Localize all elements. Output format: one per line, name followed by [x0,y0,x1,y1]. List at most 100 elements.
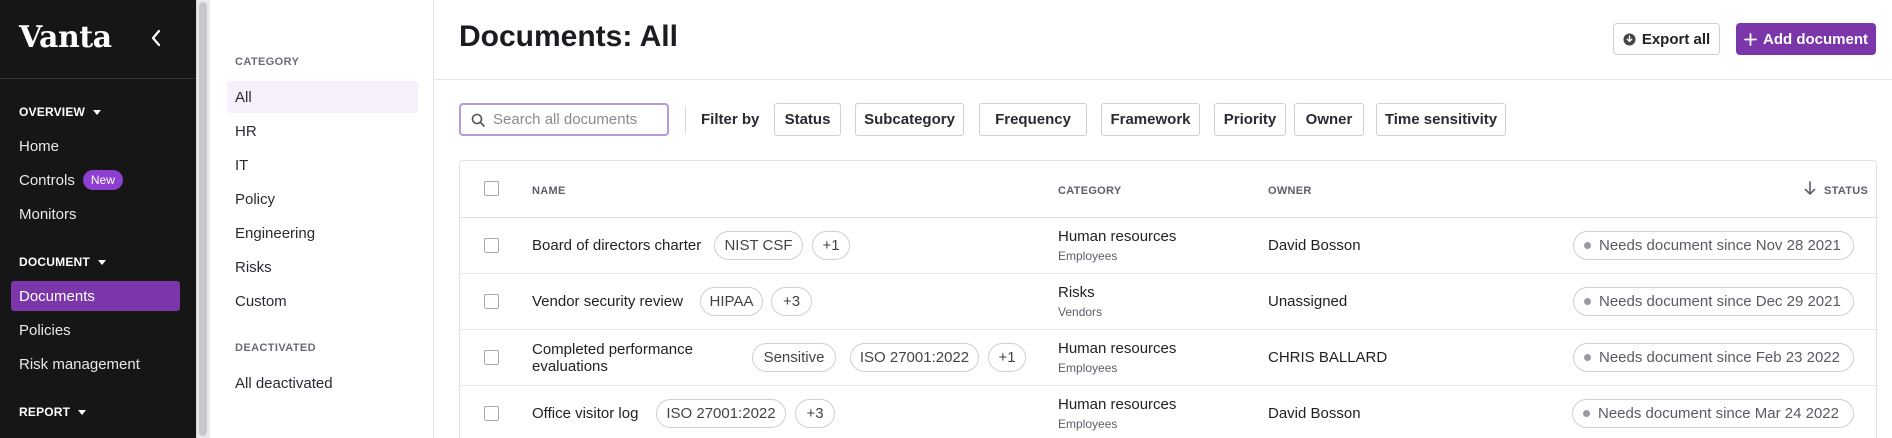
collapse-sidebar-icon[interactable] [149,26,163,50]
column-header-status[interactable]: STATUS [1824,185,1868,197]
category-item-it[interactable]: IT [227,149,418,181]
caret-down-icon [93,109,102,115]
nav-section-document[interactable]: DOCUMENT [19,255,106,269]
owner-name[interactable]: David Bosson [1268,405,1361,422]
vanta-logo[interactable]: Vanta [19,20,112,55]
filter-frequency-button[interactable]: Frequency [979,103,1087,136]
filter-framework-button[interactable]: Framework [1101,103,1200,136]
status-text: Needs document since Nov 28 2021 [1599,237,1841,254]
document-name[interactable]: Completed performance [532,341,693,358]
framework-tag[interactable]: HIPAA [700,287,763,316]
nav-section-overview[interactable]: OVERVIEW [19,105,102,119]
column-header-owner[interactable]: OWNER [1268,185,1312,197]
search-input[interactable] [493,111,663,128]
framework-tag[interactable]: ISO 27001:2022 [656,399,786,428]
nav-item-label: Risk management [19,355,140,373]
sensitive-tag[interactable]: Sensitive [752,343,836,372]
more-tags-badge[interactable]: +3 [795,399,835,428]
document-name[interactable]: Board of directors charter [532,237,701,254]
owner-name[interactable]: David Bosson [1268,237,1361,254]
framework-tag[interactable]: ISO 27001:2022 [850,343,979,372]
table-row[interactable]: Completed performance evaluations Sensit… [460,330,1878,386]
category-name: Risks [1058,284,1095,301]
status-dot-icon [1584,298,1591,305]
nav-section-label: DOCUMENT [19,255,90,269]
row-checkbox[interactable] [484,238,499,253]
download-icon [1623,33,1636,46]
toolbar-divider [685,106,686,134]
filter-owner-button[interactable]: Owner [1294,103,1364,136]
table-row[interactable]: Board of directors charter NIST CSF +1 H… [460,218,1878,274]
nav-item-label: Documents [19,287,95,305]
table-row[interactable]: Office visitor log ISO 27001:2022 +3 Hum… [460,386,1878,438]
more-tags-badge[interactable]: +1 [812,231,850,260]
sort-arrow-down-icon[interactable] [1804,181,1816,199]
filter-status-button[interactable]: Status [774,103,841,136]
status-dot-icon [1583,410,1590,417]
category-item-engineering[interactable]: Engineering [227,217,418,249]
nav-item-label: Monitors [19,205,77,223]
nav-item-monitors[interactable]: Monitors [11,199,180,229]
page-header: Documents: All Export all Add document [435,0,1892,80]
document-name[interactable]: Office visitor log [532,405,638,422]
category-item-all-deactivated[interactable]: All deactivated [227,367,418,399]
category-item-all[interactable]: All [227,81,418,113]
category-label: Risks [235,258,272,276]
nav-header: Vanta [0,0,196,79]
filter-time-sensitivity-button[interactable]: Time sensitivity [1376,103,1506,136]
category-item-policy[interactable]: Policy [227,183,418,215]
category-label: IT [235,156,249,174]
select-all-checkbox[interactable] [484,181,499,196]
nav-item-controls[interactable]: Controls New [11,165,180,195]
subcategory-name: Employees [1058,417,1118,431]
export-all-label: Export all [1641,30,1711,48]
nav-item-risk-management[interactable]: Risk management [11,349,180,379]
add-document-button[interactable]: Add document [1736,23,1876,55]
column-header-category[interactable]: CATEGORY [1058,185,1122,197]
plus-icon [1744,32,1757,46]
more-tags-badge[interactable]: +1 [988,343,1026,372]
row-checkbox[interactable] [484,294,499,309]
category-name: Human resources [1058,396,1177,413]
document-name[interactable]: Vendor security review [532,293,683,310]
category-label: Policy [235,190,276,208]
filter-subcategory-button[interactable]: Subcategory [855,103,964,136]
column-header-name[interactable]: NAME [532,185,566,197]
add-document-label: Add document [1763,30,1868,48]
category-name: Human resources [1058,228,1177,245]
table-row[interactable]: Vendor security review HIPAA +3 Risks Ve… [460,274,1878,330]
status-text: Needs document since Feb 23 2022 [1599,349,1840,366]
documents-table: NAME CATEGORY OWNER STATUS Board of dire… [459,160,1878,438]
subcategory-name: Vendors [1058,305,1103,319]
category-item-hr[interactable]: HR [227,115,418,147]
nav-item-policies[interactable]: Policies [11,315,180,345]
row-checkbox[interactable] [484,350,499,365]
status-text: Needs document since Dec 29 2021 [1599,293,1841,310]
scrollbar-thumb[interactable] [199,2,207,436]
category-label: Engineering [235,224,316,242]
document-name-line2[interactable]: evaluations [532,358,608,375]
search-box[interactable] [459,103,669,136]
export-all-button[interactable]: Export all [1613,23,1720,55]
search-icon [471,113,485,127]
row-checkbox[interactable] [484,406,499,421]
nav-item-documents[interactable]: Documents [11,281,180,311]
sidebar-nav: Vanta OVERVIEW Home Controls New Monitor… [0,0,196,438]
owner-name[interactable]: CHRIS BALLARD [1268,349,1387,366]
category-label: All [235,88,252,106]
owner-name[interactable]: Unassigned [1268,293,1347,310]
status-badge: Needs document since Dec 29 2021 [1573,287,1854,316]
nav-item-home[interactable]: Home [11,131,180,161]
more-tags-badge[interactable]: +3 [771,287,812,316]
category-item-custom[interactable]: Custom [227,285,418,317]
status-badge: Needs document since Mar 24 2022 [1572,399,1854,428]
status-dot-icon [1584,354,1591,361]
caret-down-icon [78,409,87,415]
status-badge: Needs document since Feb 23 2022 [1573,343,1854,372]
category-item-risks[interactable]: Risks [227,251,418,283]
status-dot-icon [1584,242,1591,249]
filter-priority-button[interactable]: Priority [1214,103,1286,136]
nav-section-report[interactable]: REPORT [19,405,87,419]
nav-scrollbar[interactable] [196,0,210,438]
framework-tag[interactable]: NIST CSF [714,231,803,260]
